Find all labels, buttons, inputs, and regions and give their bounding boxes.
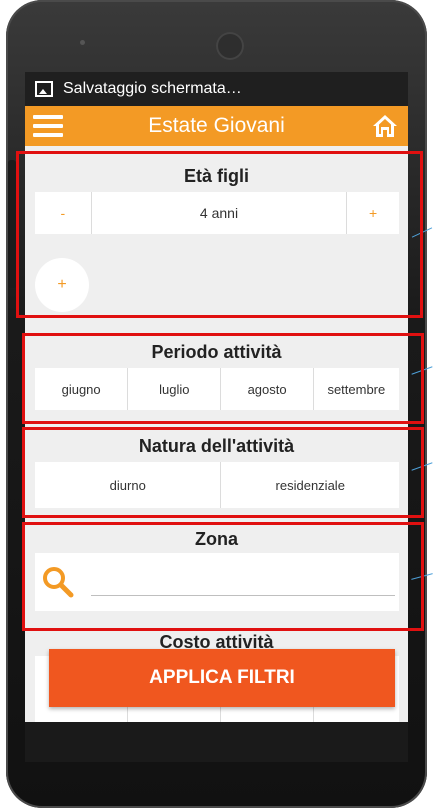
periodo-title: Periodo attività xyxy=(151,342,282,362)
zona-title: Zona xyxy=(195,529,238,549)
home-icon[interactable] xyxy=(372,113,398,139)
app-bar: Estate Giovani xyxy=(25,106,408,146)
screen: Salvataggio schermata… Estate Giovani Et… xyxy=(25,72,408,722)
option-settembre[interactable]: settembre xyxy=(314,368,399,410)
status-text: Salvataggio schermata… xyxy=(63,80,242,97)
filter-content: Età figli - 4 anni + + Periodo attività … xyxy=(25,146,408,722)
option-luglio[interactable]: luglio xyxy=(128,368,222,410)
status-bar: Salvataggio schermata… xyxy=(25,72,408,106)
side-button xyxy=(8,160,16,288)
age-value: 4 anni xyxy=(92,192,348,234)
option-agosto[interactable]: agosto xyxy=(221,368,314,410)
age-increment-button[interactable]: + xyxy=(347,192,399,234)
natura-options: diurno residenziale xyxy=(35,462,399,508)
age-stepper: - 4 anni + xyxy=(35,192,399,234)
option-giugno[interactable]: giugno xyxy=(35,368,129,410)
natura-title: Natura dell'attività xyxy=(138,436,295,456)
front-camera xyxy=(216,32,244,60)
zona-search-input[interactable] xyxy=(91,568,395,596)
option-diurno[interactable]: diurno xyxy=(35,462,222,508)
eta-figli-title: Età figli xyxy=(183,166,249,186)
navigation-bar xyxy=(25,722,408,762)
apply-filters-button[interactable]: APPLICA FILTRI xyxy=(49,649,395,707)
add-child-button[interactable]: + xyxy=(35,258,89,312)
screenshot-icon xyxy=(35,81,53,97)
camera-dot xyxy=(80,40,85,45)
app-title: Estate Giovani xyxy=(148,114,285,137)
search-icon xyxy=(43,567,74,598)
option-residenziale[interactable]: residenziale xyxy=(221,462,399,508)
zona-search xyxy=(35,553,399,611)
age-decrement-button[interactable]: - xyxy=(35,192,92,234)
periodo-options: giugno luglio agosto settembre xyxy=(35,368,399,410)
